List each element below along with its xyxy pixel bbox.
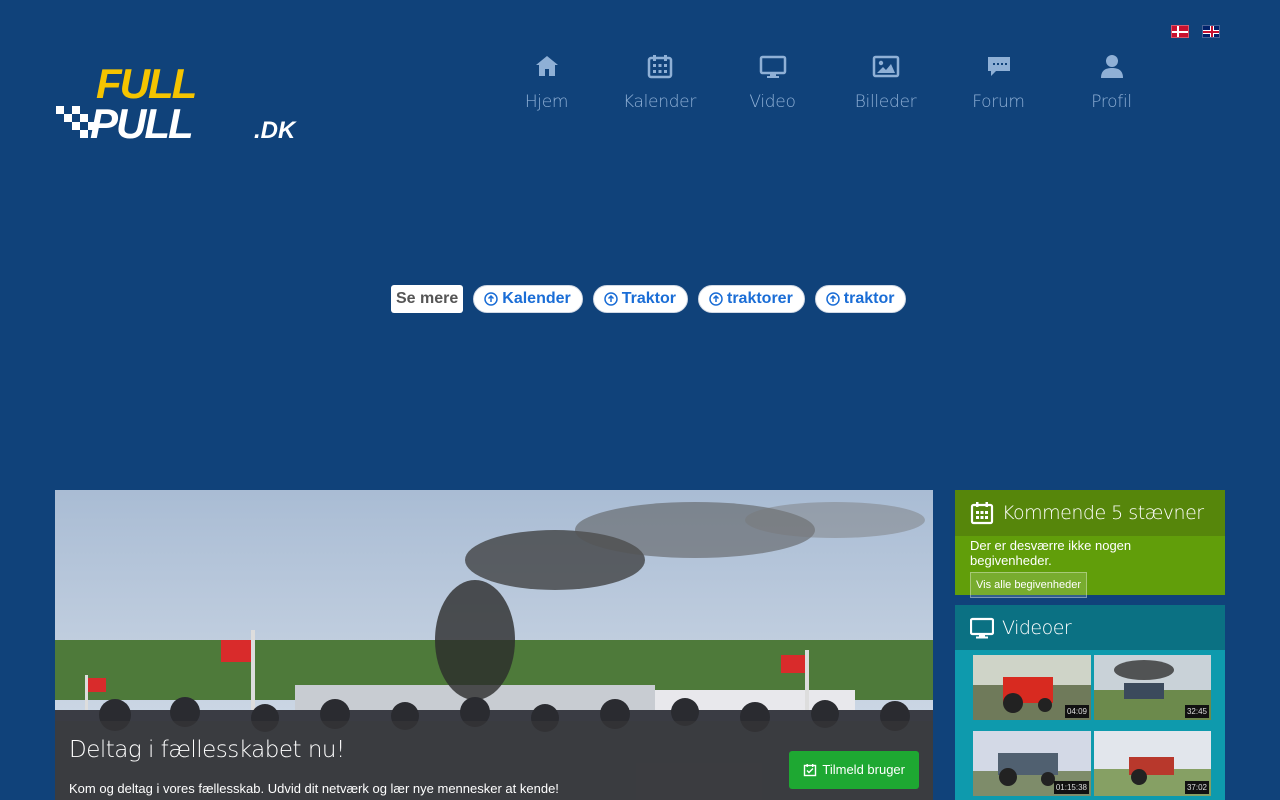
chip-kalender[interactable]: Kalender	[473, 285, 583, 313]
nav-label: Video	[749, 92, 796, 112]
nav-item-home[interactable]: Hjem	[490, 52, 603, 112]
nav-label: Kalender	[622, 92, 697, 112]
chip-traktor-2[interactable]: traktor	[814, 285, 907, 313]
hero-caption: Deltag i fællesskabet nu! Kom og deltag …	[55, 721, 933, 800]
signup-button[interactable]: Tilmeld bruger	[789, 751, 919, 789]
video-thumbnail[interactable]: 32:45	[1094, 655, 1211, 720]
video-duration: 01:15:38	[1053, 781, 1089, 794]
nav-item-calendar[interactable]: Kalender	[603, 52, 716, 112]
nav-item-images[interactable]: Billeder	[829, 52, 942, 112]
videos-panel-header: Videoer	[955, 605, 1225, 650]
user-icon	[1100, 55, 1123, 78]
videos-panel: Videoer 04:09 32:45 01:15:38 37:02	[955, 605, 1225, 800]
nav-item-profile[interactable]: Profil	[1055, 52, 1168, 112]
video-thumbnail[interactable]: 01:15:38	[973, 731, 1091, 796]
calendar-icon	[647, 55, 672, 79]
chip-traktorer[interactable]: traktorer	[697, 285, 805, 313]
check-calendar-icon	[804, 764, 817, 777]
video-duration: 32:45	[1184, 705, 1209, 718]
video-thumbnail[interactable]: 04:09	[973, 655, 1091, 720]
fullpull-logo-icon: FULL PULL .DK	[56, 60, 297, 147]
upcoming-events-panel: Kommende 5 stævner Der er desværre ikke …	[955, 490, 1225, 598]
signup-button-label: Tilmeld bruger	[822, 762, 905, 777]
monitor-icon	[759, 55, 786, 78]
nav-label: Forum	[972, 92, 1025, 112]
nav-item-forum[interactable]: Forum	[942, 52, 1055, 112]
show-all-events-button[interactable]: Vis alle begivenheder	[970, 572, 1087, 598]
svg-text:.DK: .DK	[254, 117, 297, 142]
image-icon	[872, 55, 899, 78]
video-thumbnail[interactable]: 37:02	[1094, 731, 1211, 796]
home-icon	[535, 56, 558, 76]
english-flag-icon[interactable]	[1202, 25, 1220, 38]
nav-label: Profil	[1091, 92, 1132, 112]
chip-label: Kalender	[502, 290, 571, 307]
hero-banner: Deltag i fællesskabet nu! Kom og deltag …	[55, 490, 933, 800]
language-switcher	[1171, 25, 1220, 38]
nav-item-video[interactable]: Video	[716, 52, 829, 112]
chat-icon	[987, 57, 1010, 76]
hero-subtitle: Kom og deltag i vores fællesskab. Udvid …	[69, 781, 559, 796]
nav-label: Hjem	[524, 92, 569, 112]
arrow-circle-icon	[484, 292, 499, 306]
hero-title: Deltag i fællesskabet nu!	[69, 737, 345, 763]
calendar-icon	[970, 502, 994, 525]
arrow-circle-icon	[826, 292, 840, 306]
site-logo[interactable]: FULL PULL .DK	[56, 60, 316, 147]
events-panel-header: Kommende 5 stævner	[955, 490, 1225, 536]
chip-label: Traktor	[621, 290, 676, 307]
related-search-chips: Se mere Kalender Traktor traktorer trakt…	[391, 285, 907, 313]
nav-label: Billeder	[854, 92, 917, 112]
videos-panel-title: Videoer	[1002, 616, 1072, 639]
chip-traktor[interactable]: Traktor	[592, 285, 688, 313]
see-more-label: Se mere	[391, 285, 464, 313]
arrow-circle-icon	[603, 292, 618, 306]
monitor-icon	[970, 617, 994, 638]
video-grid: 04:09 32:45 01:15:38 37:02	[955, 650, 1225, 796]
danish-flag-icon[interactable]	[1171, 25, 1189, 38]
video-duration: 04:09	[1064, 705, 1089, 718]
chip-label: traktorer	[726, 290, 793, 307]
chip-label: traktor	[843, 290, 895, 307]
events-panel-title: Kommende 5 stævner	[1002, 502, 1204, 524]
video-duration: 37:02	[1184, 781, 1209, 794]
arrow-circle-icon	[709, 292, 723, 306]
no-events-message: Der er desværre ikke nogen begivenheder.	[970, 538, 1132, 568]
svg-text:PULL: PULL	[90, 100, 192, 142]
main-nav: Hjem Kalender Video Billeder Forum Profi…	[490, 52, 1168, 112]
